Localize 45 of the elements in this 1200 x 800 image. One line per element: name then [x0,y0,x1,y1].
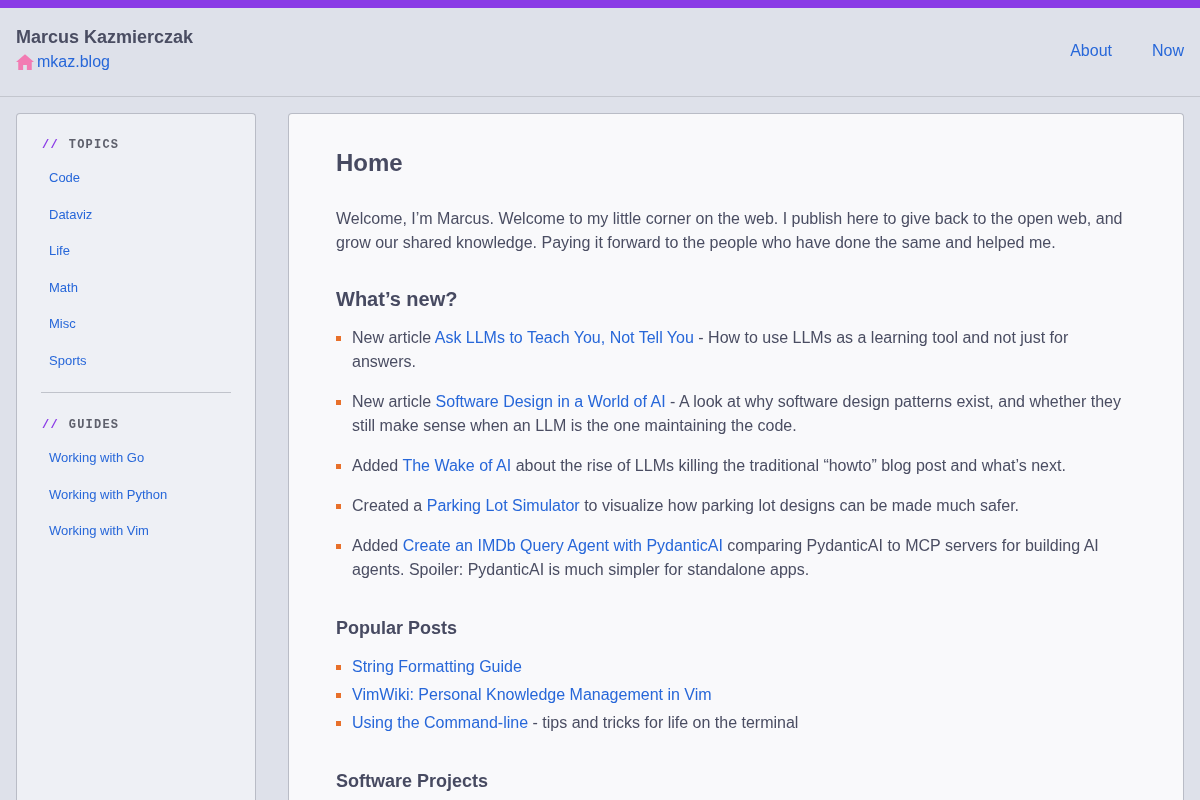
bullet-square-icon [336,665,341,670]
article-link[interactable]: Using the Command-line [352,714,529,731]
section-heading: Software Projects [336,770,490,793]
sidebar-heading: GUIDES [68,418,120,432]
section-heading: Popular Posts [336,617,459,640]
sidebar-link[interactable]: Misc [49,316,76,332]
page-title: Home [336,148,404,178]
sidebar-link[interactable]: Working with Go [49,450,145,466]
sidebar-link[interactable]: Working with Vim [49,523,149,539]
article-link[interactable]: Software Design in a World of AI [435,393,666,410]
news-item: Added Create an IMDb Query Agent with PydanticAI comparing PydanticAI to MCP servers for building AI agents. Spoiler: PydanticAI is much simpler for standalone apps. [352,536,1100,580]
home-link[interactable]: mkaz.blog [16,50,194,74]
article-link[interactable]: Ask LLMs to Teach You, Not Tell You [434,329,694,346]
bullet-square-icon [336,464,341,469]
bullet-square-icon [336,400,341,405]
bullet-square-icon [336,693,341,698]
house-icon [16,54,34,70]
bullet-square-icon [336,336,341,341]
sidebar-link[interactable]: Sports [49,352,87,368]
article-link[interactable]: Parking Lot Simulator [426,497,580,514]
article-link[interactable]: The Wake of AI [402,457,512,474]
news-item: New article Ask LLMs to Teach You, Not Tell You - How to use LLMs as a learning tool and not just for answers. [352,328,1070,372]
nav-link[interactable]: Now [1152,39,1184,63]
article-link[interactable]: Create an IMDb Query Agent with PydanticAI [402,537,723,554]
nav-link[interactable]: About [1070,39,1112,63]
bullet-square-icon [336,544,341,549]
section-marker: // [42,418,59,432]
intro-paragraph: Welcome, I’m Marcus. Welcome to my little corner on the web. I publish here to give back to the open web, and grow our shared knowledge. Paying it forward to the people who have done the same and helped me. [336,209,1124,253]
bullet-square-icon [336,504,341,509]
sidebar-link[interactable]: Code [49,170,81,186]
section-heading: What’s new? [336,287,459,312]
sidebar-link[interactable]: Working with Python [49,486,168,502]
article-link[interactable]: String Formatting Guide [352,658,522,675]
article-link[interactable]: VimWiki: Personal Knowledge Management in Vim [352,686,712,703]
news-item: Created a Parking Lot Simulator to visualize how parking lot designs can be made much safer. [352,496,1020,516]
sidebar-link[interactable]: Dataviz [49,206,93,222]
site-title: Marcus Kazmierczak [16,26,194,49]
news-item: Added The Wake of AI about the rise of LLMs killing the traditional “howto” blog post and what’s next. [352,456,1066,476]
sidebar-link[interactable]: Life [49,243,70,259]
section-marker: // [42,138,59,152]
bullet-square-icon [336,721,341,726]
news-item: New article Software Design in a World of AI - A look at why software design patterns exist, and whether they still make sense when an LLM is the one maintaining the code. [352,392,1122,436]
sidebar-link[interactable]: Math [49,279,78,295]
post-item: Using the Command-line - tips and tricks for life on the terminal [352,713,799,733]
sidebar-heading: TOPICS [68,138,120,152]
